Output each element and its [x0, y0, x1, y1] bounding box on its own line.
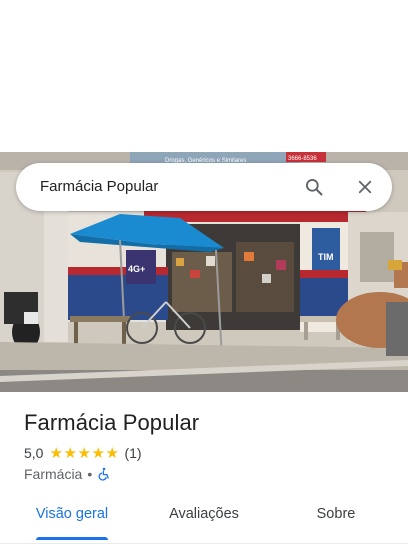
category-row: Farmácia •: [24, 465, 111, 483]
tim-banner-text: TIM: [318, 252, 334, 262]
tab-reviews[interactable]: Avaliações: [152, 496, 256, 532]
star-icon: ★: [77, 444, 91, 462]
rating-row[interactable]: 5,0 ★ ★ ★ ★ ★ (1): [24, 444, 142, 462]
place-tabs: Visão geral Avaliações Sobre: [0, 496, 408, 544]
map-blank-area: [0, 0, 408, 152]
star-rating: ★ ★ ★ ★ ★: [49, 446, 119, 461]
star-icon: ★: [49, 444, 63, 462]
search-bar[interactable]: Farmácia Popular: [16, 163, 392, 211]
review-count[interactable]: (1): [124, 445, 141, 461]
place-name: Farmácia Popular: [24, 410, 200, 435]
search-input[interactable]: Farmácia Popular: [40, 163, 158, 211]
tab-about[interactable]: Sobre: [306, 496, 366, 532]
tab-overview[interactable]: Visão geral: [22, 496, 122, 532]
star-icon: ★: [105, 444, 119, 462]
close-icon[interactable]: [353, 175, 377, 199]
storefront-phone: 3666-8536: [288, 156, 317, 162]
star-icon: ★: [63, 444, 77, 462]
search-icon[interactable]: [302, 175, 326, 199]
separator-dot: •: [87, 466, 93, 482]
wheelchair-icon: [97, 467, 111, 481]
place-category: Farmácia: [24, 466, 83, 482]
4g-banner-text: 4G+: [128, 264, 145, 274]
active-tab-indicator: [36, 537, 108, 540]
rating-value: 5,0: [24, 445, 44, 461]
star-icon: ★: [91, 444, 105, 462]
